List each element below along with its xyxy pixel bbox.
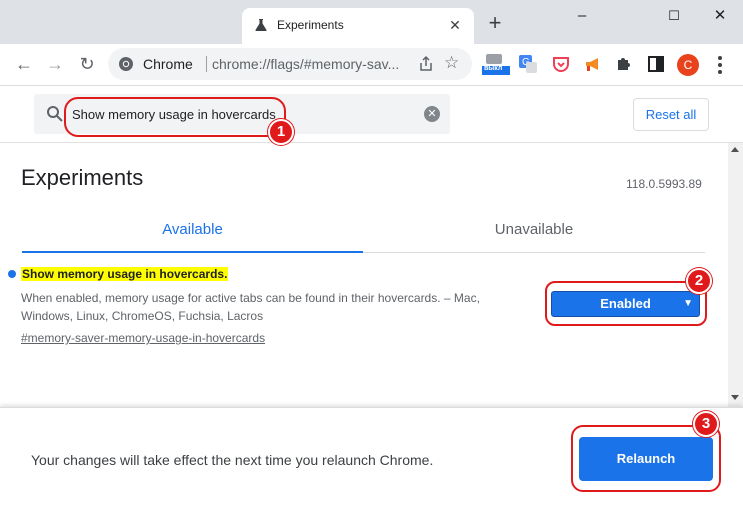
url-text[interactable]: chrome://flags/#memory-sav... xyxy=(212,56,408,72)
maximize-button[interactable]: ☐ xyxy=(662,6,686,26)
tab-available[interactable]: Available xyxy=(22,221,363,253)
flag-permalink[interactable]: #memory-saver-memory-usage-in-hovercards xyxy=(21,331,265,345)
reload-icon[interactable]: ↻ xyxy=(75,52,99,76)
flask-icon xyxy=(255,19,267,31)
megaphone-icon[interactable] xyxy=(583,54,605,76)
annotation-highlight-search xyxy=(64,97,286,137)
new-tab-button[interactable]: + xyxy=(484,12,506,35)
annotation-badge-1: 1 xyxy=(268,119,294,145)
page-title: Experiments xyxy=(21,165,144,190)
flags-content: Experiments 118.0.5993.89 Available Unav… xyxy=(0,143,728,407)
chrome-logo-icon xyxy=(119,57,133,71)
minimize-button[interactable]: – xyxy=(570,6,594,26)
annotation-badge-3: 3 xyxy=(693,411,719,437)
puzzle-extensions-icon[interactable] xyxy=(614,54,636,76)
search-icon xyxy=(47,106,63,122)
scroll-up-arrow-icon[interactable] xyxy=(731,147,739,152)
close-window-button[interactable]: ✕ xyxy=(708,6,732,26)
chrome-version: 118.0.5993.89 xyxy=(626,177,702,191)
modified-flag-dot xyxy=(8,270,16,278)
tab-title: Experiments xyxy=(277,18,344,32)
site-label: Chrome xyxy=(143,56,193,72)
bookmark-star-icon[interactable]: ☆ xyxy=(444,53,459,73)
browser-toolbar: ← → ↻ Chrome chrome://flags/#memory-sav.… xyxy=(0,44,743,86)
forward-arrow-icon[interactable]: → xyxy=(43,52,67,76)
side-panel-icon[interactable] xyxy=(646,54,668,76)
extension-off-icon[interactable]: выкл xyxy=(482,54,510,76)
tab-experiments[interactable]: Experiments ✕ xyxy=(242,8,474,44)
tab-unavailable[interactable]: Unavailable xyxy=(363,221,705,253)
back-arrow-icon[interactable]: ← xyxy=(12,52,36,76)
share-icon[interactable] xyxy=(416,54,436,74)
flag-name: Show memory usage in hovercards. xyxy=(21,267,229,281)
menu-dots-icon[interactable] xyxy=(710,54,730,76)
profile-avatar[interactable]: C xyxy=(677,54,699,76)
reset-all-button[interactable]: Reset all xyxy=(633,98,709,131)
omnibox-separator xyxy=(206,56,207,72)
clear-search-icon[interactable]: ✕ xyxy=(424,106,440,122)
flag-description: When enabled, memory usage for active ta… xyxy=(21,291,480,323)
page-scrollbar[interactable] xyxy=(728,143,743,407)
tab-close-icon[interactable]: ✕ xyxy=(446,16,464,34)
scroll-down-arrow-icon[interactable] xyxy=(731,395,739,400)
address-bar[interactable]: Chrome chrome://flags/#memory-sav... ☆ xyxy=(108,48,472,80)
extension-off-label: выкл xyxy=(484,65,503,72)
relaunch-message: Your changes will take effect the next t… xyxy=(31,452,434,468)
pocket-icon[interactable] xyxy=(551,54,573,76)
annotation-highlight-select xyxy=(545,281,707,326)
tab-strip: Experiments ✕ + – ☐ ✕ xyxy=(0,0,743,44)
annotation-badge-2: 2 xyxy=(686,268,712,294)
translate-icon[interactable]: G xyxy=(518,54,540,76)
